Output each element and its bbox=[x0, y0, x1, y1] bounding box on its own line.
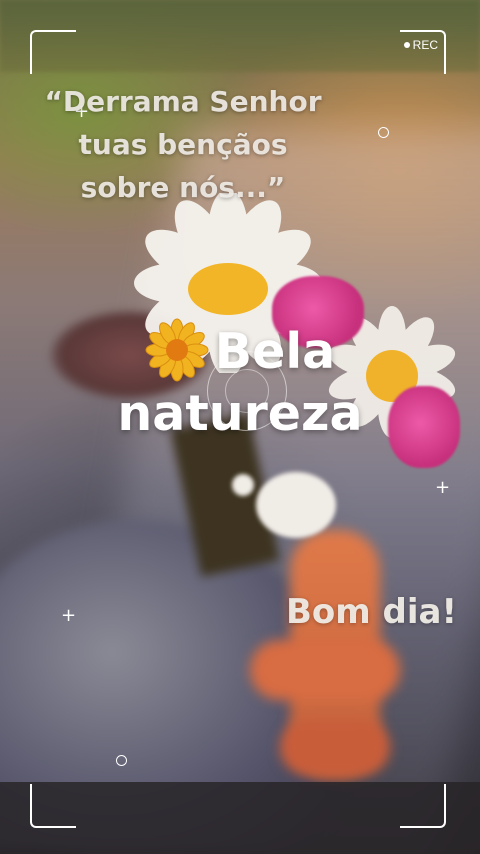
frame-corner-bottom-left bbox=[30, 784, 76, 828]
title-line-2: natureza bbox=[117, 385, 363, 442]
frame-corner-top-left bbox=[30, 30, 76, 74]
plus-marker-icon: + bbox=[435, 477, 451, 498]
quote-line: tuas bençãos bbox=[78, 128, 288, 161]
small-white-flower bbox=[232, 474, 254, 496]
quote-line: sobre nós...” bbox=[80, 171, 286, 204]
finger bbox=[250, 640, 400, 700]
frame-corner-top-right bbox=[400, 30, 446, 74]
blossom-icon bbox=[145, 318, 209, 382]
title-word-1: Bela bbox=[214, 323, 336, 380]
title-line-1: Bela bbox=[0, 318, 480, 383]
rec-dot-icon bbox=[403, 42, 410, 48]
small-white-flower bbox=[256, 472, 336, 538]
page-title: Bela natureza bbox=[0, 318, 480, 445]
ring-marker-icon bbox=[116, 755, 127, 766]
plus-marker-icon: + bbox=[61, 605, 77, 626]
quote-line: “Derrama Senhor bbox=[44, 85, 322, 118]
rec-label: REC bbox=[412, 38, 438, 52]
frame-corner-bottom-right bbox=[400, 784, 446, 828]
quote-text: “Derrama Senhor tuas bençãos sobre nós..… bbox=[18, 80, 348, 209]
rec-indicator: REC bbox=[403, 38, 438, 52]
greeting-text: Bom dia! bbox=[286, 592, 457, 632]
ring-marker-icon bbox=[378, 127, 389, 138]
finger bbox=[280, 720, 390, 775]
